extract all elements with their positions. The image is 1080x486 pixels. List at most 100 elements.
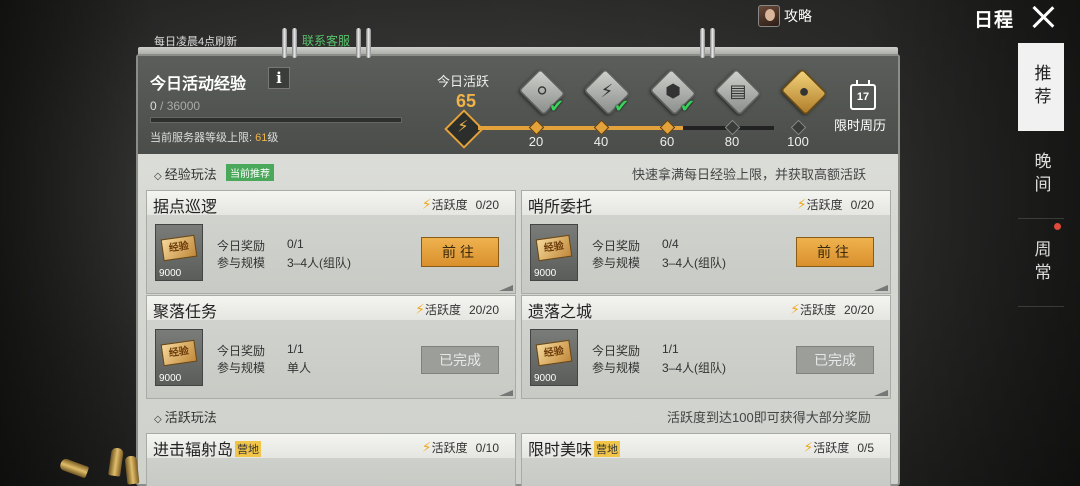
- scale-label: 参与规模: [217, 256, 266, 270]
- exp-value: 0 / 36000: [150, 99, 201, 113]
- today-reward-label: 今日奖励: [217, 239, 266, 253]
- bolt-icon: ⚡: [421, 196, 432, 212]
- activity-card-lost-city: 遗落之城 ⚡活跃度 20/20 经验 9000 今日奖励 1/1 参与规模 3–4人…: [521, 295, 891, 399]
- today-reward-label: 今日奖励: [217, 344, 266, 358]
- camp-tag: 营地: [594, 441, 621, 457]
- exp-reward-item[interactable]: 经验 9000: [530, 329, 578, 386]
- card-name: 哨所委托: [528, 199, 593, 216]
- card-activity: ⚡活跃度 20/20: [790, 301, 874, 318]
- daily-exp-title: 今日活动经验: [150, 76, 247, 93]
- today-reward-label: 今日奖励: [592, 344, 641, 358]
- card-header: 据点巡逻 ⚡活跃度 0/20: [147, 191, 515, 216]
- card-name: 聚落任务: [153, 304, 218, 321]
- activity-card-radiation-island[interactable]: 进击辐射岛 营地 ⚡活跃度 0/10: [146, 433, 516, 486]
- page-title: 日程: [974, 10, 1015, 31]
- card-name-text: 限时美味: [528, 442, 593, 459]
- active-section-desc: 活跃度到达100即可获得大部分奖励: [667, 410, 871, 425]
- exp-ticket-icon: 经验: [535, 234, 573, 262]
- milestone-value: 100: [787, 134, 809, 149]
- activity-score: 20/20: [468, 303, 499, 317]
- gold-coin-chest-icon: ●: [798, 81, 810, 101]
- close-icon[interactable]: [1030, 4, 1056, 30]
- contact-support-link[interactable]: 联系客服: [302, 32, 350, 49]
- card-header: 进击辐射岛 营地 ⚡活跃度 0/10: [147, 434, 515, 460]
- tab-label: 周常: [1031, 239, 1051, 286]
- today-reward-value: 0/4: [662, 237, 679, 251]
- exp-current: 0: [150, 99, 157, 113]
- strategy-guide-link[interactable]: 攻略: [758, 5, 812, 27]
- bolt-icon: ⚡: [421, 439, 432, 455]
- reward-amount: 9000: [534, 373, 557, 384]
- reward-amount: 9000: [159, 373, 182, 384]
- card-header: 哨所委托 ⚡活跃度 0/20: [522, 191, 890, 216]
- activity-score: 0/10: [475, 441, 499, 455]
- exp-ticket-icon: 经验: [160, 339, 198, 367]
- tab-evening[interactable]: 晚间: [1018, 131, 1064, 219]
- exp-reward-item[interactable]: 经验 9000: [155, 329, 203, 386]
- tab-label: 推荐: [1031, 63, 1051, 110]
- daily-activity-label: 今日活跃: [437, 74, 490, 89]
- scale-value: 3–4人(组队): [662, 361, 727, 375]
- today-reward-label: 今日奖励: [592, 239, 641, 253]
- strategy-guide-label: 攻略: [784, 8, 812, 24]
- milestone-value: 80: [724, 134, 740, 149]
- binder-ring: [698, 28, 718, 58]
- activity-card-limited-delicacy[interactable]: 限时美味 营地 ⚡活跃度 0/5: [521, 433, 891, 486]
- card-name-text: 进击辐射岛: [153, 442, 234, 459]
- card-activity: ⚡活跃度 0/10: [422, 439, 499, 456]
- go-button[interactable]: 前往: [796, 237, 874, 267]
- card-name: 进击辐射岛 营地: [153, 436, 262, 460]
- card-activity: ⚡活跃度 0/5: [803, 439, 874, 456]
- check-icon: ✔: [614, 96, 630, 116]
- card-activity: ⚡活跃度 0/20: [422, 196, 499, 213]
- completed-button[interactable]: 已完成: [796, 346, 874, 374]
- exp-reward-item[interactable]: 经验 9000: [155, 224, 203, 281]
- today-reward-value: 0/1: [287, 237, 304, 251]
- card-header: 遗落之城 ⚡活跃度 20/20: [522, 296, 890, 321]
- activity-label: 活跃度: [431, 441, 468, 455]
- bolt-icon: ⚡: [790, 301, 800, 317]
- section-title-text: 经验玩法: [164, 167, 217, 182]
- card-activity: ⚡活跃度 20/20: [415, 301, 499, 318]
- activity-card-settlement: 聚落任务 ⚡活跃度 20/20 经验 9000 今日奖励 1/1 参与规模 单人 已…: [146, 295, 516, 399]
- tab-weekly[interactable]: 周常: [1018, 219, 1064, 307]
- weekly-calendar-label[interactable]: 限时周历: [834, 115, 886, 134]
- scale-value: 3–4人(组队): [662, 256, 727, 270]
- activity-label: 活跃度: [424, 303, 461, 317]
- bolt-icon: ⚡: [415, 301, 425, 317]
- calendar-icon[interactable]: 17: [850, 80, 876, 110]
- card-corner: [499, 390, 513, 396]
- reward-amount: 9000: [159, 268, 182, 279]
- daily-activity-value: 65: [456, 91, 477, 111]
- activity-score: 0/20: [850, 198, 874, 212]
- server-cap-prefix: 当前服务器等级上限:: [150, 132, 256, 144]
- server-level-cap: 当前服务器等级上限: 61级: [150, 129, 278, 145]
- completed-button[interactable]: 已完成: [421, 346, 499, 374]
- card-activity: ⚡活跃度 0/20: [797, 196, 874, 213]
- side-tabs: 推荐 晚间 周常: [1018, 43, 1064, 307]
- activity-score: 20/20: [843, 303, 874, 317]
- bolt-icon: ⚡: [803, 439, 814, 455]
- activity-label: 活跃度: [431, 198, 468, 212]
- card-name: 限时美味 营地: [528, 436, 621, 460]
- card-name: 据点巡逻: [153, 199, 218, 216]
- milestone-value: 60: [659, 134, 675, 149]
- go-button[interactable]: 前往: [421, 237, 499, 267]
- notification-dot: [1054, 223, 1061, 230]
- activity-card-patrol: 据点巡逻 ⚡活跃度 0/20 经验 9000 今日奖励 0/1 参与规模 3–4人(…: [146, 190, 516, 294]
- bolt-icon: ⚡: [796, 196, 807, 212]
- card-header: 限时美味 营地 ⚡活跃度 0/5: [522, 434, 890, 460]
- activity-track-fill: [478, 126, 684, 130]
- exp-ticket-icon: 经验: [535, 339, 573, 367]
- active-section-title: ◇ 活跃玩法: [154, 410, 217, 425]
- crate-chest-icon: ▤: [729, 81, 747, 101]
- exp-ticket-icon: 经验: [160, 234, 198, 262]
- exp-section-title: ◇ 经验玩法: [154, 167, 217, 182]
- exp-reward-item[interactable]: 经验 9000: [530, 224, 578, 281]
- decorative-bullets: [58, 440, 158, 486]
- refresh-note: 每日凌晨4点刷新: [154, 36, 238, 48]
- tab-recommended[interactable]: 推荐: [1018, 43, 1064, 131]
- activity-score: 0/20: [475, 198, 499, 212]
- info-icon[interactable]: i: [268, 67, 290, 89]
- card-corner: [499, 285, 513, 291]
